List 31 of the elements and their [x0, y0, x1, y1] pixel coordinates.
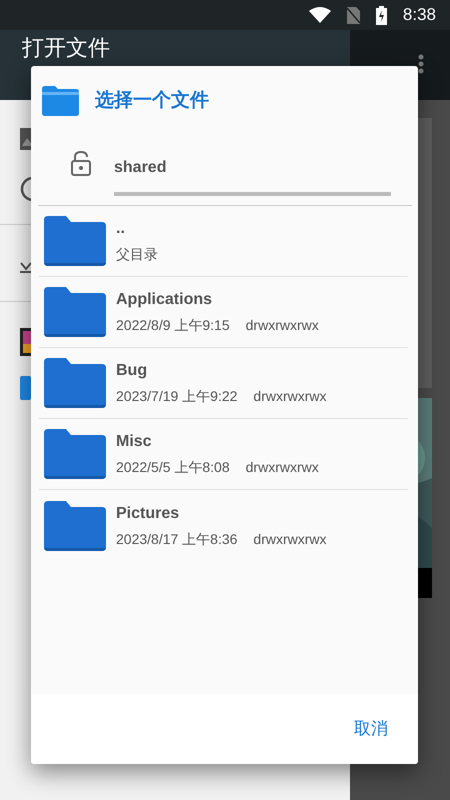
file-list-item[interactable]: Pictures 2023/8/17 上午8:36 drwxrwxrwx [39, 490, 408, 561]
file-name: .. [116, 219, 126, 239]
file-name: Pictures [116, 504, 180, 524]
file-date: 2023/8/17 上午8:36 [116, 530, 238, 548]
file-description: 父目录 [116, 245, 158, 264]
file-name: Misc [116, 432, 153, 452]
file-permissions: drwxrwxrwx [253, 530, 327, 548]
file-permissions: drwxrwxrwx [246, 316, 319, 335]
file-date: 2022/5/5 上午8:08 [116, 458, 230, 477]
file-date: 2022/8/9 上午9:15 [116, 316, 230, 335]
dialog-title: 选择一个文件 [95, 88, 209, 113]
file-list-item[interactable]: Applications 2022/8/9 上午9:15 drwxrwxrwx [39, 277, 408, 348]
battery-charging-icon [376, 6, 387, 24]
file-list-item[interactable]: .. 父目录 [39, 206, 408, 277]
cancel-button[interactable]: 取消 [344, 710, 398, 748]
thumbnail-icon [20, 328, 31, 356]
file-list-item[interactable]: Misc 2022/5/5 上午8:08 drwxrwxrwx [39, 419, 408, 490]
file-name: Bug [116, 361, 148, 381]
file-list-item[interactable]: Bug 2023/7/19 上午9:22 drwxrwxrwx [39, 348, 408, 419]
file-permissions: drwxrwxrwx [253, 387, 327, 406]
file-date: 2023/7/19 上午9:22 [116, 387, 238, 406]
app-bar-title: 打开文件 [22, 35, 110, 60]
wifi-icon [308, 7, 331, 23]
file-permissions: drwxrwxrwx [246, 458, 319, 477]
status-time: 8:38 [402, 4, 436, 26]
download-icon [20, 261, 31, 273]
lock-icon [70, 150, 92, 176]
file-name: Applications [116, 290, 214, 310]
overflow-menu-icon[interactable] [418, 54, 424, 74]
path-label: shared [114, 158, 168, 178]
no-sim-icon [346, 6, 360, 24]
